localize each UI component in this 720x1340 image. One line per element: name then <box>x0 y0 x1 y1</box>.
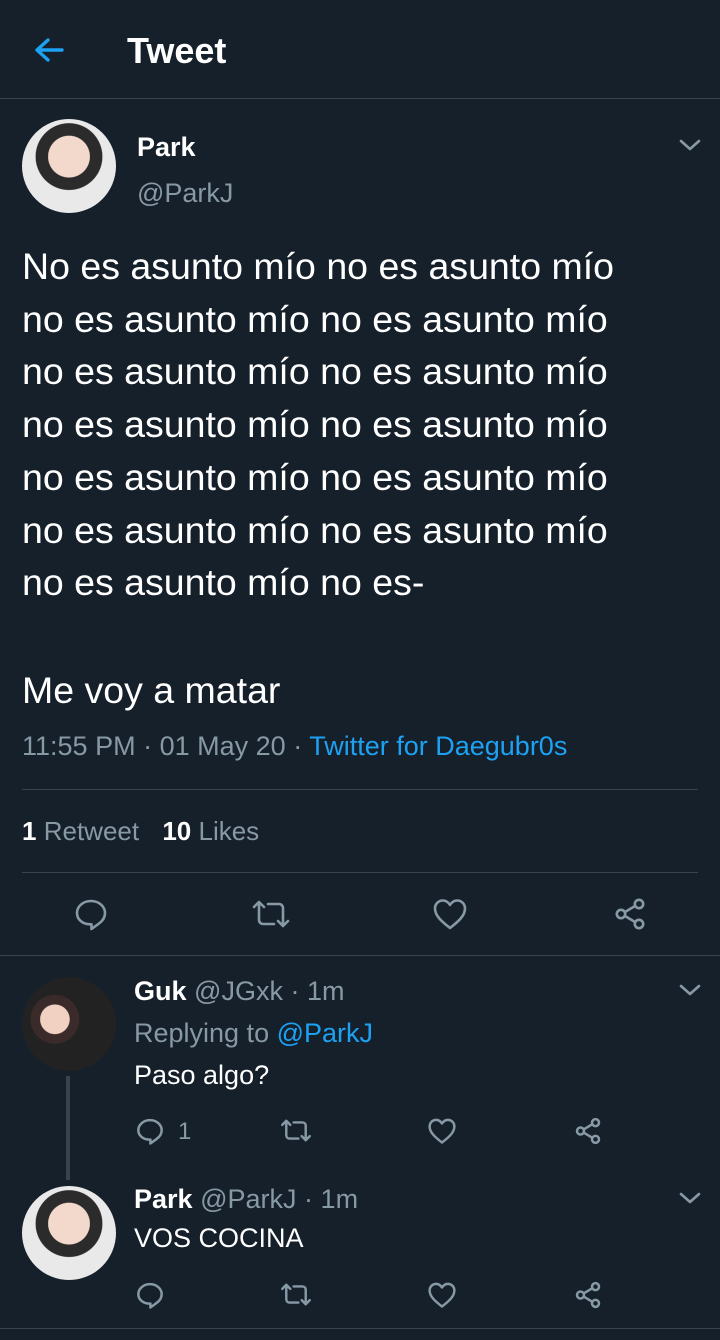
tweet-date: 01 May 20 <box>159 731 286 761</box>
separator: · <box>304 1184 314 1214</box>
reply-header: Guk @JGxk · 1m <box>134 976 345 1007</box>
tweet-body-line: no es asunto mío no es asunto mío <box>22 403 608 446</box>
retweet-icon[interactable] <box>279 1281 313 1308</box>
tweet-closing-line: Me voy a matar <box>22 669 281 711</box>
author-handle[interactable]: @ParkJ <box>137 178 233 209</box>
like-count: 10 <box>162 816 192 846</box>
replying-to-handle[interactable]: @ParkJ <box>277 1018 373 1048</box>
like-icon[interactable] <box>432 897 468 931</box>
separator: · <box>293 731 303 761</box>
share-icon[interactable] <box>573 1280 603 1310</box>
like-icon[interactable] <box>427 1281 457 1309</box>
tweet-meta: 11:55 PM · 01 May 20 · Twitter for Daegu… <box>22 731 567 762</box>
author-name[interactable]: Park <box>137 132 196 163</box>
tweet-bottom-divider <box>0 955 720 956</box>
replying-label: Replying to <box>134 1018 270 1048</box>
stats-divider <box>22 872 698 873</box>
page-title: Tweet <box>127 30 227 71</box>
reply-text: Paso algo? <box>134 1060 270 1090</box>
separator: · <box>143 731 153 761</box>
separator: · <box>290 976 300 1006</box>
retweet-icon[interactable] <box>250 898 292 930</box>
tweet-body-line: no es asunto mío no es asunto mío <box>22 297 608 340</box>
tweet-source-link[interactable]: Twitter for Daegubr0s <box>309 731 567 761</box>
engagement-stats: 1 Retweet 10 Likes <box>22 816 259 847</box>
back-arrow-icon[interactable] <box>33 36 65 64</box>
tweet-body-line: no es asunto mío no es asunto mío <box>22 350 608 393</box>
like-icon[interactable] <box>427 1117 457 1145</box>
reply-time: 1m <box>320 1184 359 1214</box>
reply-bottom-divider <box>0 1328 720 1329</box>
reply-icon[interactable] <box>135 1116 165 1146</box>
reply-header: Park @ParkJ · 1m <box>134 1184 358 1215</box>
header-divider <box>0 98 720 99</box>
author-name[interactable]: Park <box>134 1184 193 1214</box>
meta-divider <box>22 789 698 790</box>
like-label: Likes <box>198 816 260 846</box>
reply-count: 1 <box>178 1118 192 1145</box>
tweet-body-line: no es asunto mío no es asunto mío <box>22 455 608 498</box>
tweet-body-line: no es asunto mío no es asunto mío <box>22 508 608 551</box>
chevron-down-icon[interactable] <box>678 982 702 998</box>
author-handle[interactable]: @ParkJ <box>200 1184 296 1214</box>
replying-to: Replying to @ParkJ <box>134 1018 373 1049</box>
avatar[interactable] <box>22 119 116 213</box>
reply-icon[interactable] <box>135 1280 165 1310</box>
retweet-stat[interactable]: 1 Retweet <box>22 816 146 846</box>
reply-icon[interactable] <box>73 896 109 932</box>
share-icon[interactable] <box>573 1116 603 1146</box>
retweet-icon[interactable] <box>279 1117 313 1144</box>
chevron-down-icon[interactable] <box>678 137 702 153</box>
tweet-time: 11:55 PM <box>22 731 136 761</box>
author-handle[interactable]: @JGxk <box>194 976 283 1006</box>
retweet-count: 1 <box>22 816 37 846</box>
like-stat[interactable]: 10 Likes <box>162 816 259 846</box>
reply-text: VOS COCINA <box>134 1223 304 1253</box>
thread-line <box>66 1076 70 1180</box>
tweet-body: No es asunto mío no es asunto mío no es … <box>22 240 702 609</box>
retweet-label: Retweet <box>43 816 140 846</box>
tweet-body-line: No es asunto mío no es asunto mío <box>22 245 614 287</box>
share-icon[interactable] <box>612 896 648 932</box>
tweet-body-line: no es asunto mío no es- <box>22 561 425 604</box>
avatar[interactable] <box>22 1186 116 1280</box>
reply-time: 1m <box>306 976 345 1006</box>
author-name[interactable]: Guk <box>134 976 187 1006</box>
chevron-down-icon[interactable] <box>678 1190 702 1206</box>
avatar[interactable] <box>22 977 116 1071</box>
